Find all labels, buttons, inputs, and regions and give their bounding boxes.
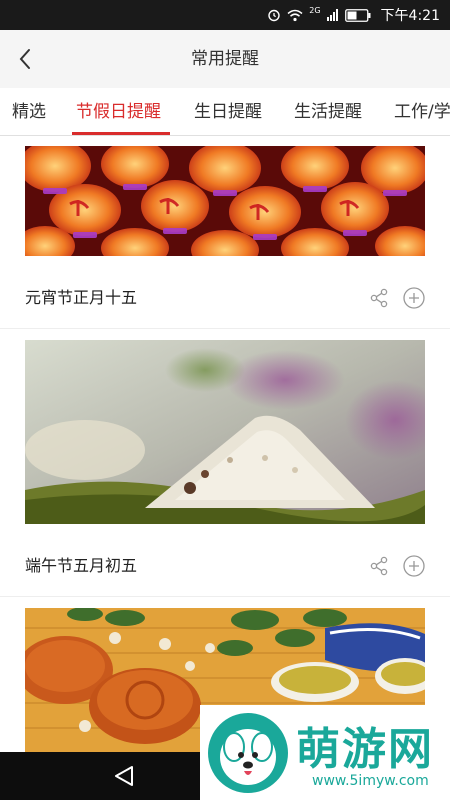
battery-icon	[344, 8, 371, 22]
active-tab-indicator	[72, 132, 170, 135]
tab-featured[interactable]: 精选	[12, 88, 46, 135]
reminder-list[interactable]: 元宵节正月十五 端午节五月初五	[0, 136, 450, 752]
triangle-back-icon[interactable]	[110, 764, 138, 788]
share-icon[interactable]	[369, 288, 389, 308]
wifi-icon	[287, 9, 303, 21]
chevron-left-icon	[19, 49, 30, 69]
tab-birthday-reminders[interactable]: 生日提醒	[194, 88, 262, 135]
lanterns-image	[25, 146, 425, 256]
reminder-title: 元宵节正月十五	[25, 288, 138, 307]
divider	[0, 596, 450, 597]
signal-icon	[326, 9, 338, 21]
plus-circle-icon[interactable]	[403, 287, 425, 309]
tab-work-study[interactable]: 工作/学	[394, 88, 450, 135]
watermark-url: www.5imyw.com	[312, 773, 429, 789]
card-image-lanterns[interactable]	[25, 146, 425, 256]
share-icon[interactable]	[369, 556, 389, 576]
category-tabs: 精选 节假日提醒 生日提醒 生活提醒 工作/学	[0, 88, 450, 136]
plus-circle-icon[interactable]	[403, 555, 425, 577]
alarm-icon	[268, 9, 280, 22]
status-bar: 2G 下午4:21	[0, 0, 450, 30]
zongzi-image	[25, 340, 425, 524]
title-bar: 常用提醒	[0, 30, 450, 88]
page-title: 常用提醒	[191, 49, 259, 69]
tab-life-reminders[interactable]: 生活提醒	[294, 88, 362, 135]
tab-holiday-reminders[interactable]: 节假日提醒	[76, 88, 161, 135]
watermark-text: 萌游网	[296, 724, 434, 775]
reminder-card-row[interactable]: 元宵节正月十五	[25, 270, 425, 326]
status-time: 下午4:21	[380, 8, 440, 24]
back-button[interactable]	[8, 42, 42, 76]
watermark-logo	[206, 711, 290, 795]
network-type: 2G	[309, 5, 321, 15]
divider	[0, 328, 450, 329]
card-image-zongzi[interactable]	[25, 340, 425, 524]
watermark: 萌游网 www.5imyw.com	[200, 705, 450, 800]
reminder-title: 端午节五月初五	[25, 556, 138, 575]
reminder-card-row[interactable]: 端午节五月初五	[25, 538, 425, 594]
status-icons: 2G 下午4:21	[267, 0, 440, 30]
